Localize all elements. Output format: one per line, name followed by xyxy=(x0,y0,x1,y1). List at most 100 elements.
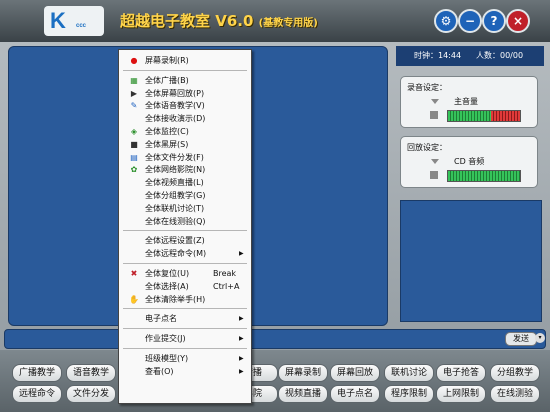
title-bar: K ccc 超越电子教室 V6.0 (基教专用版) ⚙ −? × xyxy=(0,0,550,42)
menu-item-label: 全体语音教学(V) xyxy=(145,101,205,111)
toolbar-button[interactable]: 文件分发 xyxy=(66,385,116,403)
right-panel: 时钟： 14:44 人数： 00/00 录音设定： 主音量 回放设定： CD 音… xyxy=(396,46,544,324)
toolbar-button[interactable]: 分组教学 xyxy=(490,364,540,382)
recording-source[interactable]: 主音量 xyxy=(454,96,478,107)
people-value: 00/00 xyxy=(500,51,524,60)
menu-item[interactable]: 全体接收演示(D) xyxy=(119,112,251,125)
menu-separator xyxy=(123,308,247,310)
menu-item-label: 全体文件分发(F) xyxy=(145,152,204,162)
toolbar-button[interactable]: 程序限制 xyxy=(384,385,434,403)
toolbar-button[interactable]: 联机讨论 xyxy=(384,364,434,382)
function-toolbar: 广播教学 语音教学 转播 屏幕录制 屏幕回放 联机讨论 电子抢答 分组教学 远程命令 文件分发 影院… xyxy=(0,350,550,412)
menu-separator xyxy=(123,348,247,349)
status-bar: 时钟： 14:44 人数： 00/00 xyxy=(396,46,544,66)
menu-item[interactable]: ▶ 全体屏幕回放(P) xyxy=(119,87,251,100)
menu-item-label: 作业提交(J) xyxy=(145,334,186,344)
submenu-arrow-icon: ▶ xyxy=(239,355,244,362)
menu-item-icon: ▶ xyxy=(130,88,138,98)
menu-item[interactable]: ▦ 全体广播(B) xyxy=(119,74,251,87)
menu-item[interactable]: 全体选择(A) Ctrl+A xyxy=(119,280,251,293)
menu-item-icon: ● xyxy=(130,56,138,65)
menu-item-label: 全体广播(B) xyxy=(145,75,189,85)
recording-mute-toggle[interactable] xyxy=(430,111,438,119)
toolbar-button[interactable]: 语音教学 xyxy=(66,364,116,382)
settings-button[interactable]: ⚙ xyxy=(434,9,458,33)
toolbar-button[interactable]: 屏幕录制 xyxy=(278,364,328,382)
menu-item[interactable]: 全体远程命令(M) ▶ xyxy=(119,247,251,260)
help-button[interactable]: ? xyxy=(482,9,506,33)
recording-level-peak xyxy=(491,111,520,121)
playback-source[interactable]: CD 音频 xyxy=(454,156,484,167)
playback-dropdown-icon[interactable] xyxy=(431,159,439,164)
toolbar-button[interactable]: 视频直播 xyxy=(278,385,328,403)
menu-item[interactable]: 班级模型(Y) ▶ xyxy=(119,352,251,365)
toolbar-button[interactable]: 在线测验 xyxy=(490,385,540,403)
menu-item[interactable]: 全体远程设置(Z) xyxy=(119,234,251,247)
toolbar-button[interactable]: 电子抢答 xyxy=(436,364,486,382)
menu-item[interactable]: ● 屏幕录制(R) xyxy=(119,54,251,67)
recording-level-meter xyxy=(447,110,521,122)
menu-item-label: 全体联机讨论(T) xyxy=(145,203,205,213)
toolbar-button[interactable]: 电子点名 xyxy=(330,385,380,403)
menu-item[interactable]: ✿ 全体网络影院(N) xyxy=(119,163,251,176)
playback-panel: 回放设定： CD 音频 xyxy=(400,136,538,188)
chat-bar[interactable]: 发送 ▾ xyxy=(4,329,546,349)
menu-item[interactable]: ▤ 全体文件分发(F) xyxy=(119,151,251,164)
menu-item[interactable]: 全体在线测验(Q) xyxy=(119,215,251,228)
menu-item-icon: ✎ xyxy=(130,101,138,111)
menu-item[interactable]: 查看(O) ▶ xyxy=(119,365,251,378)
app-edition: (基教专用版) xyxy=(258,18,318,29)
menu-item[interactable]: 全体联机讨论(T) xyxy=(119,202,251,215)
menu-item-label: 电子点名 xyxy=(145,314,177,324)
app-logo: K ccc xyxy=(44,6,104,36)
playback-level-meter xyxy=(447,170,521,182)
menu-item-label: 全体分组教学(G) xyxy=(145,191,206,200)
close-button[interactable]: × xyxy=(506,9,530,33)
toolbar-button[interactable]: 上网限制 xyxy=(436,385,486,403)
toolbar-button[interactable]: 屏幕回放 xyxy=(330,364,380,382)
menu-item-icon: ■ xyxy=(130,139,138,149)
menu-item-label: 全体屏幕回放(P) xyxy=(145,88,205,98)
menu-item-icon: ✋ xyxy=(129,294,139,304)
menu-item-label: 全体清除举手(H) xyxy=(145,294,206,304)
menu-separator xyxy=(123,69,247,71)
menu-item-icon: ✿ xyxy=(130,165,138,175)
recording-panel: 录音设定： 主音量 xyxy=(400,76,538,128)
send-button[interactable]: 发送 xyxy=(505,332,537,346)
menu-item-label: 全体视频直播(L) xyxy=(145,178,204,188)
menu-item[interactable]: ◈ 全体监控(C) xyxy=(119,125,251,138)
app-version: V6.0 xyxy=(215,12,254,30)
menu-item-icon: ✖ xyxy=(130,269,138,278)
menu-item-label: 全体远程设置(Z) xyxy=(145,236,205,246)
logo-mark: K xyxy=(50,8,66,33)
send-options-icon[interactable]: ▾ xyxy=(535,333,545,343)
menu-item[interactable]: 作业提交(J) ▶ xyxy=(119,332,251,345)
menu-separator xyxy=(123,328,247,330)
menu-item-label: 班级模型(Y) xyxy=(145,354,189,363)
menu-separator xyxy=(123,263,247,264)
menu-item[interactable]: ✎ 全体语音教学(V) xyxy=(119,99,251,112)
menu-item[interactable]: 全体分组教学(G) xyxy=(119,189,251,202)
submenu-arrow-icon: ▶ xyxy=(239,250,244,258)
toolbar-button[interactable]: 远程命令 xyxy=(12,385,62,403)
menu-item-label: 全体接收演示(D) xyxy=(145,114,206,124)
recording-label: 录音设定： xyxy=(407,83,447,92)
menu-item[interactable]: 全体视频直播(L) xyxy=(119,176,251,189)
toolbar-button[interactable]: 广播教学 xyxy=(12,364,62,382)
logo-sub: ccc xyxy=(76,23,87,29)
menu-item-label: 全体监控(C) xyxy=(145,127,189,136)
message-area[interactable] xyxy=(400,200,542,322)
menu-item-icon: ▦ xyxy=(130,75,138,85)
minimize-button[interactable]: − xyxy=(458,9,482,33)
menu-item-shortcut: Break xyxy=(213,269,237,278)
menu-item[interactable]: ✋ 全体清除举手(H) xyxy=(119,293,251,306)
menu-item-label: 查看(O) xyxy=(145,366,174,376)
menu-item[interactable]: 电子点名 ▶ xyxy=(119,312,251,325)
playback-mute-toggle[interactable] xyxy=(430,171,438,179)
menu-item[interactable]: ✖ 全体复位(U) Break xyxy=(119,267,251,280)
menu-separator xyxy=(123,230,247,232)
menu-item[interactable]: ■ 全体黑屏(S) xyxy=(119,138,251,151)
clock-value: 14:44 xyxy=(438,51,462,60)
recording-dropdown-icon[interactable] xyxy=(431,99,439,104)
submenu-arrow-icon: ▶ xyxy=(239,335,244,343)
